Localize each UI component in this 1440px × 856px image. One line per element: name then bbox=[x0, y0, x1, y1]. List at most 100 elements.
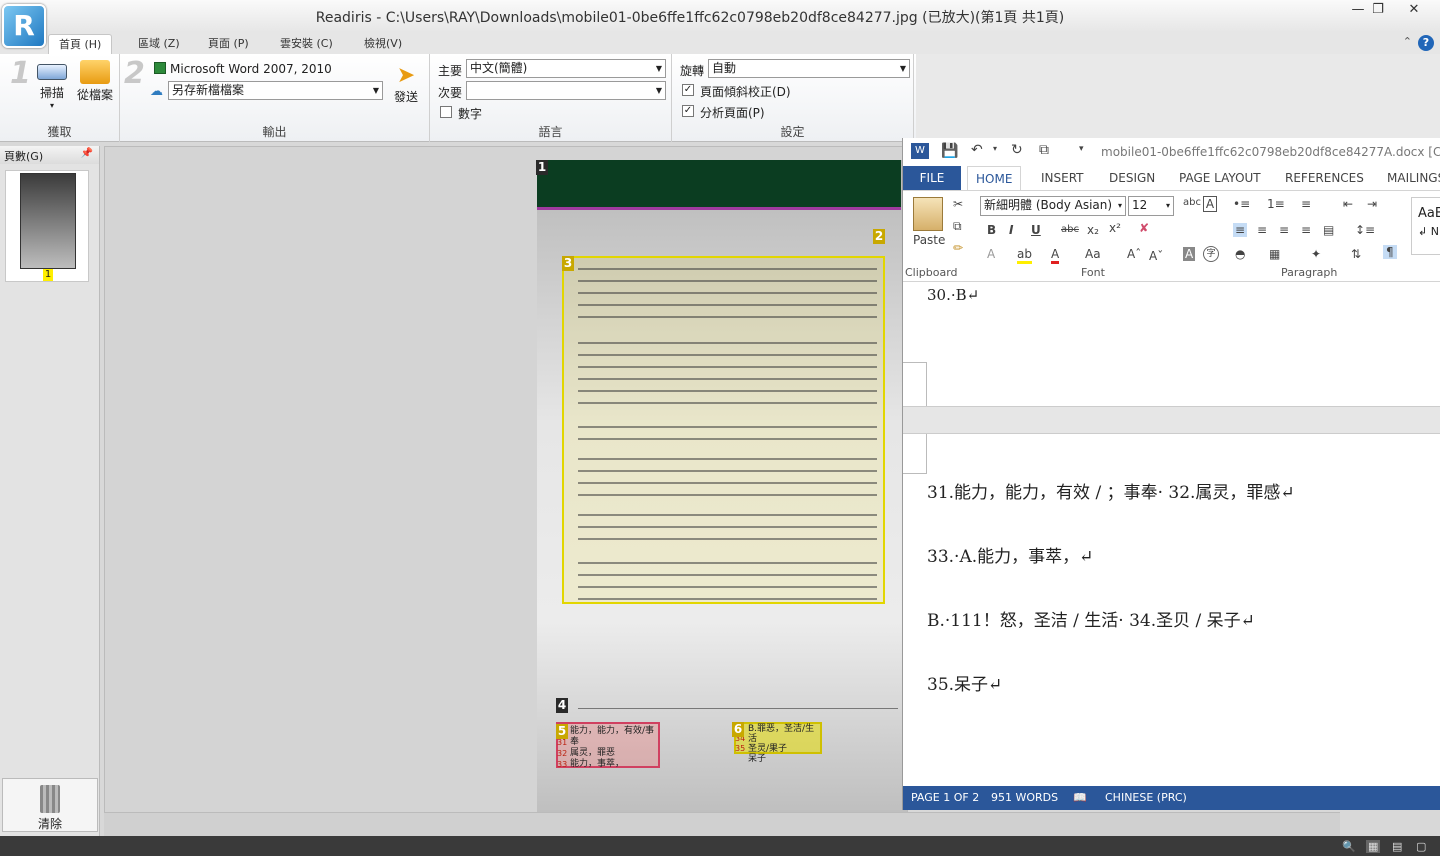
help-icon[interactable]: ? bbox=[1418, 35, 1434, 51]
collapse-ribbon-icon[interactable]: ⌃ bbox=[1403, 35, 1412, 48]
deskew-checkbox[interactable]: ✓ bbox=[682, 84, 694, 96]
word-tab-design[interactable]: DESIGN bbox=[1101, 166, 1163, 190]
decrease-indent-icon[interactable]: ⇤ bbox=[1343, 197, 1353, 211]
word-count[interactable]: 951 WORDS bbox=[991, 791, 1058, 804]
asian-layout-icon[interactable]: ✦ bbox=[1311, 247, 1321, 261]
word-tab-mailings[interactable]: MAILINGS bbox=[1379, 166, 1440, 190]
align-right-icon[interactable]: ≡ bbox=[1279, 223, 1289, 237]
text-effects-icon[interactable]: A bbox=[987, 247, 995, 261]
chevron-down-icon[interactable]: ▾ bbox=[993, 144, 997, 153]
text-zone[interactable]: B.罪恶，圣洁/生活 圣灵/果子 呆子 bbox=[734, 722, 822, 764]
tab-zones[interactable]: 區域 (Z) bbox=[128, 34, 190, 54]
italic-icon[interactable]: I bbox=[1009, 223, 1013, 237]
character-shading-icon[interactable]: A bbox=[1183, 247, 1196, 261]
word-tab-references[interactable]: REFERENCES bbox=[1277, 166, 1372, 190]
character-border-icon[interactable]: A bbox=[1203, 196, 1217, 212]
zone-number[interactable]: 2 bbox=[873, 229, 885, 244]
font-size-select[interactable]: 12 ▾ bbox=[1128, 196, 1174, 216]
shrink-font-icon[interactable]: Aˇ bbox=[1149, 249, 1163, 263]
copy-format-icon[interactable]: ⧉ bbox=[1039, 142, 1049, 158]
bullets-icon[interactable]: •≡ bbox=[1233, 197, 1250, 211]
document-area[interactable]: 30.·B↵ 31.能力，能力，有效 / ；事奉· 32.属灵，罪感↵ 33.·… bbox=[903, 282, 1440, 786]
zone-number[interactable]: 6 bbox=[732, 722, 744, 737]
text-zone[interactable] bbox=[562, 256, 885, 604]
tab-pages[interactable]: 頁面 (P) bbox=[198, 34, 259, 54]
line-spacing-icon[interactable]: ↕≡ bbox=[1355, 223, 1375, 237]
save-option-select[interactable]: 另存新檔檔案 ▼ bbox=[168, 81, 383, 100]
numbers-checkbox[interactable] bbox=[440, 106, 452, 118]
output-format[interactable]: Microsoft Word 2007, 2010 bbox=[170, 62, 332, 76]
word-tab-page-layout[interactable]: PAGE LAYOUT bbox=[1171, 166, 1269, 190]
align-center-icon[interactable]: ≡ bbox=[1257, 223, 1267, 237]
align-left-icon[interactable]: ≡ bbox=[1233, 223, 1248, 237]
change-case-icon[interactable]: Aa bbox=[1085, 247, 1101, 261]
rotate-select[interactable]: 自動 ▼ bbox=[708, 59, 910, 78]
style-preview: AaB bbox=[1418, 206, 1440, 221]
increase-indent-icon[interactable]: ⇥ bbox=[1367, 197, 1377, 211]
from-file-label: 從檔案 bbox=[76, 88, 113, 102]
sort-icon[interactable]: ⇅ bbox=[1351, 247, 1361, 261]
scan-button[interactable]: 掃描 ▾ bbox=[34, 62, 70, 110]
highlight-icon[interactable]: ab bbox=[1017, 247, 1032, 264]
primary-language-select[interactable]: 中文(簡體) ▼ bbox=[466, 59, 666, 78]
pin-icon[interactable]: 📌 bbox=[81, 148, 93, 159]
strikethrough-icon[interactable]: abc bbox=[1061, 224, 1079, 235]
word-tab-file[interactable]: FILE bbox=[903, 166, 961, 190]
fit-width-icon[interactable]: ▤ bbox=[1392, 840, 1402, 853]
enclose-characters-icon[interactable]: 字 bbox=[1203, 246, 1219, 262]
from-file-button[interactable]: 從檔案 bbox=[74, 60, 116, 103]
bold-icon[interactable]: B bbox=[987, 223, 996, 237]
close-button[interactable]: ✕ bbox=[1400, 2, 1428, 20]
word-tab-insert[interactable]: INSERT bbox=[1033, 166, 1092, 190]
paste-label[interactable]: Paste bbox=[913, 233, 945, 247]
show-marks-icon[interactable]: ¶ bbox=[1383, 245, 1397, 259]
clear-formatting-icon[interactable]: ✘ bbox=[1139, 221, 1149, 235]
send-button[interactable]: ➤ 發送 bbox=[388, 64, 424, 105]
language-status[interactable]: CHINESE (PRC) bbox=[1105, 791, 1187, 804]
justify-icon[interactable]: ≡ bbox=[1301, 223, 1311, 237]
undo-icon[interactable]: ↶ bbox=[971, 142, 983, 158]
fit-page-icon[interactable]: ▦ bbox=[1366, 840, 1381, 853]
secondary-language-select[interactable]: ▼ bbox=[466, 81, 666, 100]
grow-font-icon[interactable]: Aˆ bbox=[1127, 247, 1141, 261]
distributed-icon[interactable]: ▤ bbox=[1323, 223, 1334, 237]
format-painter-icon[interactable]: ✏ bbox=[953, 241, 963, 255]
zoom-icon[interactable]: 🔍 bbox=[1342, 840, 1356, 853]
word-app-icon[interactable]: W bbox=[911, 143, 929, 159]
zone-number[interactable]: 1 bbox=[536, 160, 548, 175]
redo-icon[interactable]: ↻ bbox=[1011, 142, 1023, 158]
zone-number[interactable]: 3 bbox=[562, 256, 574, 271]
horizontal-scrollbar[interactable] bbox=[104, 812, 1340, 836]
proofing-icon[interactable]: 📖 bbox=[1073, 791, 1087, 804]
underline-icon[interactable]: U bbox=[1031, 223, 1041, 237]
word-tab-home[interactable]: HOME bbox=[967, 166, 1022, 190]
numbering-icon[interactable]: 1≡ bbox=[1267, 197, 1285, 211]
restore-button[interactable]: ❐ bbox=[1364, 2, 1392, 20]
font-name-select[interactable]: 新細明體 (Body Asian) ▾ bbox=[980, 196, 1126, 216]
phonetic-guide-icon[interactable]: abc bbox=[1183, 197, 1201, 208]
multilevel-list-icon[interactable]: ≡ bbox=[1301, 197, 1311, 211]
cut-icon[interactable]: ✂ bbox=[953, 197, 963, 211]
borders-icon[interactable]: ▦ bbox=[1269, 247, 1280, 261]
tab-cloud[interactable]: 雲安裝 (C) bbox=[270, 34, 343, 54]
font-color-icon[interactable]: A bbox=[1051, 247, 1060, 264]
page-count[interactable]: PAGE 1 OF 2 bbox=[911, 791, 979, 804]
actual-size-icon[interactable]: ▢ bbox=[1416, 840, 1426, 853]
page-thumbnail[interactable]: 1 bbox=[5, 170, 89, 282]
save-icon[interactable]: 💾 bbox=[941, 143, 958, 159]
styles-gallery[interactable]: AaB ↲ N bbox=[1411, 197, 1440, 255]
clear-button[interactable]: 清除 bbox=[2, 778, 98, 832]
paste-icon[interactable] bbox=[913, 197, 943, 231]
zone-number[interactable]: 5 bbox=[556, 724, 568, 739]
analyze-page-checkbox[interactable]: ✓ bbox=[682, 105, 694, 117]
copy-icon[interactable]: ⧉ bbox=[953, 219, 962, 234]
tab-view[interactable]: 檢視(V) bbox=[354, 34, 412, 54]
superscript-icon[interactable]: x² bbox=[1109, 221, 1121, 235]
subscript-icon[interactable]: x₂ bbox=[1087, 223, 1099, 237]
app-logo[interactable]: R bbox=[2, 4, 46, 48]
customize-toolbar-icon[interactable]: ▾ bbox=[1079, 144, 1084, 154]
text-zone[interactable]: 能力，能力，有效/事奉 属灵，罪恶 能力，事萃， bbox=[556, 722, 660, 769]
zone-number[interactable]: 4 bbox=[556, 698, 568, 713]
tab-home[interactable]: 首頁 (H) bbox=[48, 34, 113, 54]
shading-icon[interactable]: ◓ bbox=[1235, 247, 1245, 261]
